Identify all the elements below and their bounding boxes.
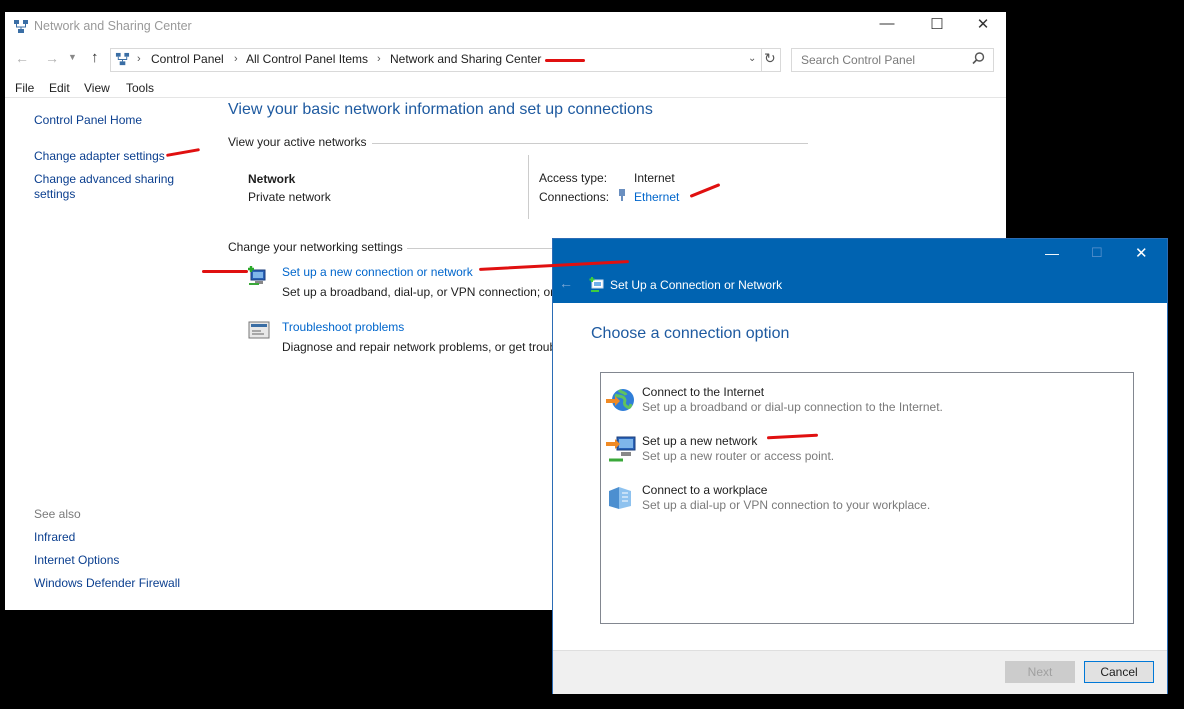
next-button[interactable]: Next: [1005, 661, 1075, 683]
option-title: Set up a new network: [642, 434, 758, 448]
change-networking-label: Change your networking settings: [228, 240, 403, 254]
page-title: View your basic network information and …: [228, 101, 653, 118]
troubleshoot-icon: [247, 319, 271, 343]
annotation-mark: [545, 59, 585, 62]
option-new-network[interactable]: Set up a new network Set up a new router…: [601, 428, 1133, 468]
breadcrumb-separator-icon: ›: [234, 53, 238, 65]
change-advanced-sharing-link-line2[interactable]: settings: [34, 187, 75, 201]
breadcrumb-control-panel[interactable]: Control Panel: [151, 52, 224, 66]
address-dropdown-icon[interactable]: ⌄: [748, 53, 756, 64]
new-connection-icon: [247, 264, 271, 288]
connections-label: Connections:: [539, 190, 610, 204]
maximize-button[interactable]: ☐: [922, 15, 952, 33]
infrared-link[interactable]: Infrared: [34, 530, 75, 544]
option-desc: Set up a new router or access point.: [642, 449, 835, 463]
menu-file[interactable]: File: [15, 81, 34, 95]
annotation-mark: [202, 270, 248, 273]
control-panel-icon: [115, 52, 130, 67]
breadcrumb-separator-icon: ›: [137, 53, 141, 65]
dialog-footer: Next Cancel: [553, 650, 1167, 694]
access-type-value: Internet: [634, 171, 675, 185]
menu-edit[interactable]: Edit: [49, 81, 70, 95]
menu-tools[interactable]: Tools: [126, 81, 154, 95]
dialog-heading: Choose a connection option: [591, 325, 790, 342]
up-arrow-icon[interactable]: ↑: [91, 49, 99, 66]
search-input[interactable]: Search Control Panel: [801, 53, 915, 67]
option-desc: Set up a dial-up or VPN connection to yo…: [642, 498, 931, 512]
troubleshoot-link[interactable]: Troubleshoot problems: [282, 320, 404, 334]
window-title: Network and Sharing Center: [34, 19, 192, 33]
globe-icon: [605, 385, 635, 415]
network-divider: [528, 155, 529, 219]
setup-connection-icon: [589, 276, 606, 293]
network-name: Network: [248, 172, 296, 186]
internet-options-link[interactable]: Internet Options: [34, 553, 119, 567]
recent-chevron-icon[interactable]: ▼: [68, 52, 77, 62]
connection-options-list: Connect to the Internet Set up a broadba…: [600, 372, 1134, 624]
search-box[interactable]: Search Control Panel: [791, 48, 994, 72]
active-networks-label: View your active networks: [228, 135, 367, 149]
change-advanced-sharing-link[interactable]: Change advanced sharing: [34, 172, 174, 186]
address-bar[interactable]: › Control Panel › All Control Panel Item…: [110, 48, 781, 72]
breadcrumb-all-items[interactable]: All Control Panel Items: [246, 52, 368, 66]
menu-view[interactable]: View: [84, 81, 110, 95]
search-icon[interactable]: [972, 52, 986, 66]
dialog-minimize-button[interactable]: —: [1045, 245, 1059, 261]
ethernet-icon: [617, 188, 627, 202]
cancel-button[interactable]: Cancel: [1084, 661, 1154, 683]
dialog-titlebar: — ☐ ✕ ← Set Up a Connection or Network: [553, 239, 1167, 303]
dialog-title: Set Up a Connection or Network: [610, 278, 783, 292]
ethernet-link[interactable]: Ethernet: [634, 190, 679, 204]
setup-connection-dialog: — ☐ ✕ ← Set Up a Connection or Network C…: [552, 238, 1168, 694]
see-also-label: See also: [34, 507, 81, 521]
setup-new-connection-desc: Set up a broadband, dial-up, or VPN conn…: [282, 285, 555, 299]
forward-arrow-icon[interactable]: →: [45, 50, 59, 66]
workplace-icon: [605, 483, 635, 513]
dialog-close-button[interactable]: ✕: [1135, 244, 1148, 262]
minimize-button[interactable]: —: [872, 15, 902, 32]
dialog-maximize-button: ☐: [1091, 245, 1103, 260]
refresh-icon[interactable]: ↻: [764, 50, 776, 67]
option-title: Connect to the Internet: [642, 385, 765, 399]
dialog-back-arrow-icon[interactable]: ←: [559, 275, 573, 291]
option-desc: Set up a broadband or dial-up connection…: [642, 400, 943, 414]
setup-new-connection-link[interactable]: Set up a new connection or network: [282, 265, 473, 279]
network-setup-icon: [605, 434, 637, 464]
breadcrumb-network-center[interactable]: Network and Sharing Center: [390, 52, 541, 66]
option-title: Connect to a workplace: [642, 483, 768, 497]
option-connect-workplace[interactable]: Connect to a workplace Set up a dial-up …: [601, 477, 1133, 517]
control-panel-home-link[interactable]: Control Panel Home: [34, 113, 142, 127]
network-type: Private network: [248, 190, 331, 204]
breadcrumb-separator-icon: ›: [377, 53, 381, 65]
firewall-link[interactable]: Windows Defender Firewall: [34, 576, 180, 590]
option-connect-internet[interactable]: Connect to the Internet Set up a broadba…: [601, 379, 1133, 419]
access-type-label: Access type:: [539, 171, 608, 185]
close-button[interactable]: ✕: [968, 15, 998, 33]
back-arrow-icon[interactable]: ←: [15, 50, 29, 66]
troubleshoot-desc: Diagnose and repair network problems, or…: [282, 340, 557, 354]
network-center-app-icon: [13, 19, 29, 35]
change-adapter-settings-link[interactable]: Change adapter settings: [34, 149, 165, 163]
